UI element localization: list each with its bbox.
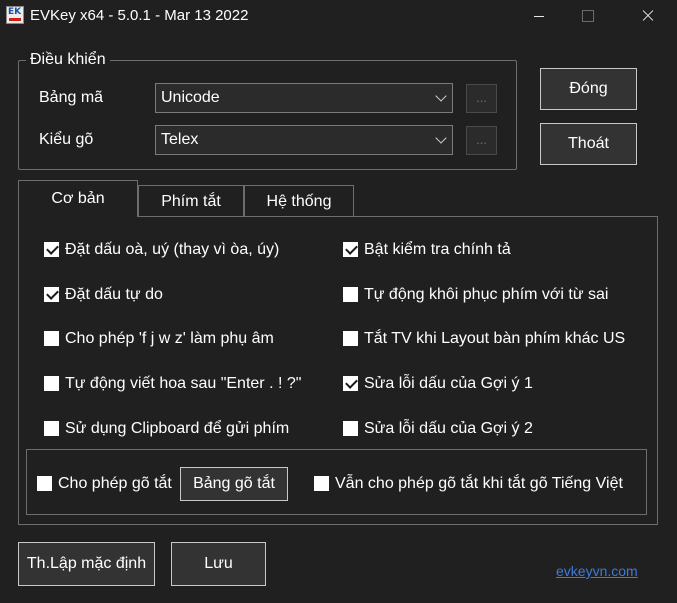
option-label: Bật kiểm tra chính tả xyxy=(364,241,511,258)
option-checkbox[interactable] xyxy=(343,242,358,257)
option-label: Vẫn cho phép gõ tắt khi tắt gõ Tiếng Việ… xyxy=(335,475,623,492)
option-label: Đặt dấu oà, uý (thay vì òa, úy) xyxy=(65,241,280,258)
shortcut-table-button[interactable]: Bảng gõ tắt xyxy=(180,467,288,501)
reset-defaults-button[interactable]: Th.Lập mặc định xyxy=(18,542,155,586)
option-checkbox[interactable] xyxy=(44,287,59,302)
minimize-button[interactable] xyxy=(516,0,562,31)
input-method-value: Telex xyxy=(161,131,199,148)
option-label: Cho phép gõ tắt xyxy=(58,475,172,492)
option-checkbox[interactable] xyxy=(343,287,358,302)
option-checkbox[interactable] xyxy=(44,376,59,391)
charset-select[interactable]: Unicode xyxy=(155,83,453,113)
maximize-button[interactable] xyxy=(564,0,610,31)
chevron-down-icon xyxy=(435,132,447,144)
option-checkbox[interactable] xyxy=(44,421,59,436)
option-label: Tắt TV khi Layout bàn phím khác US xyxy=(364,330,626,347)
charset-label: Bảng mã xyxy=(39,89,104,106)
close-button[interactable]: Đóng xyxy=(540,68,637,110)
window-title: EVKey x64 - 5.0.1 - Mar 13 2022 xyxy=(30,7,249,24)
option-checkbox[interactable] xyxy=(44,331,59,346)
option-checkbox[interactable] xyxy=(343,421,358,436)
tab-basic[interactable]: Cơ bản xyxy=(18,180,138,217)
charset-value: Unicode xyxy=(161,89,220,106)
input-method-select[interactable]: Telex xyxy=(155,125,453,155)
option-label: Cho phép 'f j w z' làm phụ âm xyxy=(65,330,274,347)
option-checkbox[interactable] xyxy=(37,476,52,491)
controls-group-legend: Điều khiển xyxy=(26,51,110,69)
homepage-link[interactable]: evkeyvn.com xyxy=(556,563,638,579)
option-label: Tự động viết hoa sau "Enter . ! ?" xyxy=(65,375,302,392)
exit-button[interactable]: Thoát xyxy=(540,123,637,165)
option-checkbox[interactable] xyxy=(343,331,358,346)
option-checkbox[interactable] xyxy=(314,476,329,491)
save-button[interactable]: Lưu xyxy=(171,542,266,586)
chevron-down-icon xyxy=(435,90,447,102)
app-icon-letters: EK xyxy=(8,7,22,17)
title-bar[interactable]: EK EVKey x64 - 5.0.1 - Mar 13 2022 xyxy=(0,0,677,31)
input-method-more-button[interactable]: ... xyxy=(466,126,497,155)
input-method-label: Kiểu gõ xyxy=(39,131,94,148)
option-checkbox[interactable] xyxy=(44,242,59,257)
option-label: Sửa lỗi dấu của Gợi ý 1 xyxy=(364,375,533,392)
option-label: Tự động khôi phục phím với từ sai xyxy=(364,286,609,303)
option-label: Sửa lỗi dấu của Gợi ý 2 xyxy=(364,420,533,437)
app-icon-stripe xyxy=(9,18,21,21)
option-label: Đặt dấu tự do xyxy=(65,286,163,303)
evkey-app-icon: EK xyxy=(6,6,24,24)
tab-shortcuts[interactable]: Phím tắt xyxy=(138,185,244,217)
option-checkbox[interactable] xyxy=(343,376,358,391)
option-label: Sử dụng Clipboard để gửi phím xyxy=(65,420,290,437)
charset-more-button[interactable]: ... xyxy=(466,84,497,113)
close-window-button[interactable] xyxy=(624,0,670,31)
tab-system[interactable]: Hệ thống xyxy=(244,185,354,217)
